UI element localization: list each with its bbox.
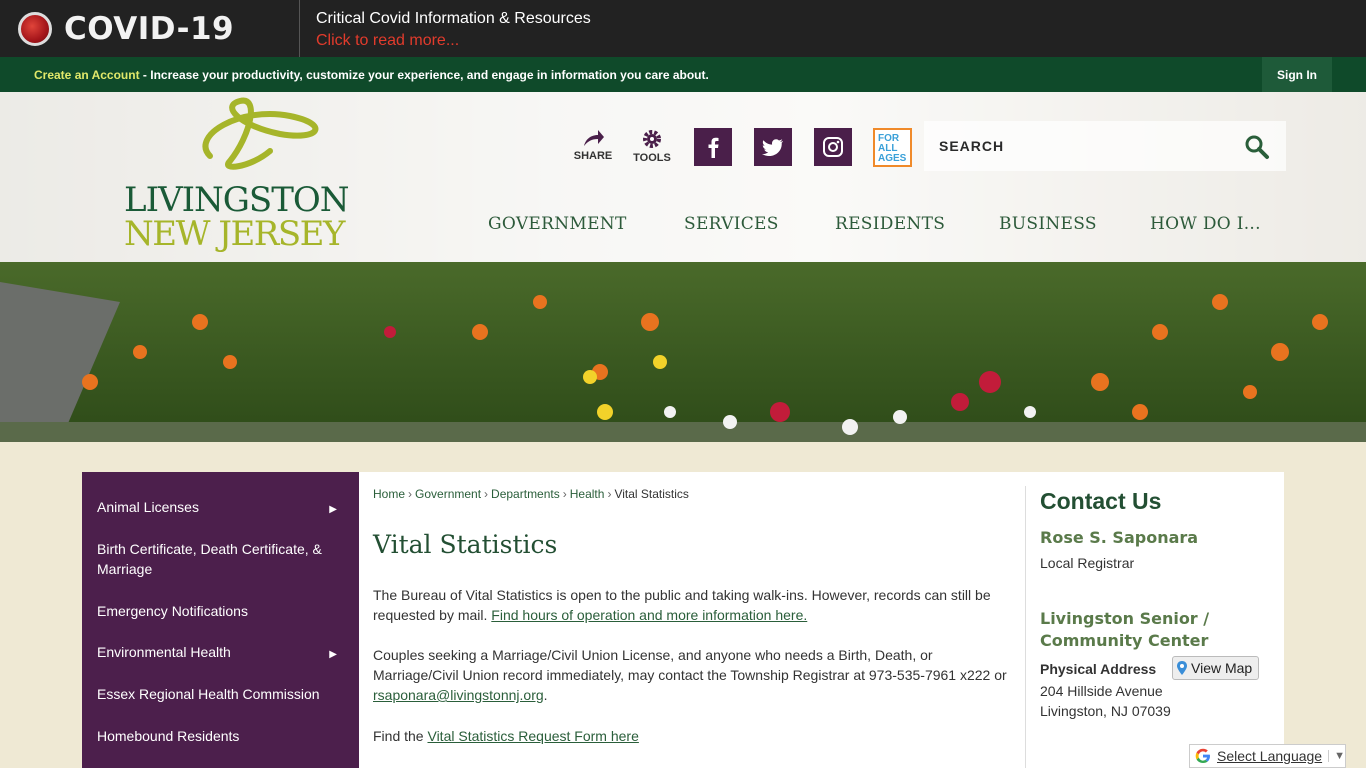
alert-dot-icon xyxy=(18,11,52,46)
address-street: 204 Hillside Avenue xyxy=(1040,683,1163,699)
site-logo[interactable]: LIVINGSTON NEW JERSEY xyxy=(120,96,350,256)
sidebar-item-emergency-notifications[interactable]: Emergency Notifications xyxy=(97,601,347,621)
paragraph-request-form: Find the Vital Statistics Request Form h… xyxy=(373,728,639,744)
twitter-icon xyxy=(762,139,783,156)
contact-location: Livingston Senior / Community Center xyxy=(1040,609,1210,650)
request-form-link[interactable]: Vital Statistics Request Form here xyxy=(427,728,638,744)
instagram-icon xyxy=(823,137,843,157)
account-message: - Increase your productivity, customize … xyxy=(139,67,709,82)
create-account-link[interactable]: Create an Account xyxy=(34,68,140,82)
chevron-right-icon: ▶ xyxy=(329,649,337,660)
view-map-button[interactable]: View Map xyxy=(1172,656,1259,680)
address-label: Physical Address xyxy=(1040,661,1157,677)
main-content: Home › Government › Departments › Health › Vital… xyxy=(359,472,1284,768)
search-icon[interactable] xyxy=(1244,134,1270,160)
nav-business[interactable]: BUSINESS xyxy=(999,214,1097,234)
nav-how-do-i[interactable]: HOW DO I... xyxy=(1150,214,1261,234)
breadcrumb-home[interactable]: Home xyxy=(373,487,405,501)
chevron-right-icon: ▶ xyxy=(329,504,337,515)
sidebar-item-animal-licenses[interactable]: Animal Licenses ▶ xyxy=(97,497,347,517)
breadcrumb-government[interactable]: Government xyxy=(415,487,481,501)
contact-role: Local Registrar xyxy=(1040,555,1135,571)
hours-info-link[interactable]: Find hours of operation and more informa… xyxy=(491,607,807,623)
sidebar-item-essex-regional[interactable]: Essex Regional Health Commission xyxy=(97,684,347,704)
covid-headline: Critical Covid Information & Resources xyxy=(316,9,591,27)
paragraph-hours: The Bureau of Vital Statistics is open t… xyxy=(373,587,991,623)
share-button[interactable]: SHARE xyxy=(568,128,618,162)
contact-heading: Contact Us xyxy=(1040,488,1162,514)
twitter-button[interactable] xyxy=(754,128,792,166)
tools-button[interactable]: TOOLS xyxy=(627,128,677,164)
nav-government[interactable]: GOVERNMENT xyxy=(488,214,627,234)
breadcrumb-departments[interactable]: Departments xyxy=(491,487,560,501)
sidebar-item-environmental-health[interactable]: Environmental Health ▶ xyxy=(97,642,347,662)
covid-read-more-link[interactable]: Click to read more... xyxy=(316,32,591,50)
chevron-down-icon: ▼ xyxy=(1328,750,1345,762)
share-icon xyxy=(584,130,604,146)
search-input[interactable]: SEARCH xyxy=(939,138,1004,154)
nav-services[interactable]: SERVICES xyxy=(684,214,779,234)
google-icon xyxy=(1195,748,1210,763)
select-language-label: Select Language xyxy=(1217,748,1323,764)
contact-name: Rose S. Saponara xyxy=(1040,528,1199,547)
address-city: Livingston, NJ 07039 xyxy=(1040,703,1171,719)
sidebar-item-birth-certificate[interactable]: Birth Certificate, Death Certificate, & … xyxy=(97,539,347,579)
registrar-email-link[interactable]: rsaponara@livingstonnj.org xyxy=(373,687,544,703)
language-select[interactable]: Select Language ▼ xyxy=(1189,744,1346,768)
map-pin-icon xyxy=(1177,661,1187,675)
facebook-icon xyxy=(708,137,719,158)
account-bar: Create an Account - Increase your produc… xyxy=(0,57,1366,92)
column-divider xyxy=(1025,486,1026,768)
covid-badge[interactable]: COVID-19 xyxy=(0,0,300,57)
flower-banner-image xyxy=(0,262,1366,442)
breadcrumb-current: Vital Statistics xyxy=(614,487,689,501)
paragraph-registrar: Couples seeking a Marriage/Civil Union L… xyxy=(373,647,1007,703)
sidebar-item-homebound-residents[interactable]: Homebound Residents xyxy=(97,726,347,746)
search-box[interactable]: SEARCH xyxy=(924,121,1286,171)
facebook-button[interactable] xyxy=(694,128,732,166)
page-title: Vital Statistics xyxy=(373,530,558,559)
covid-title: COVID-19 xyxy=(64,10,235,47)
logo-swirl-icon xyxy=(202,97,319,170)
share-label: SHARE xyxy=(573,150,613,162)
sidebar-nav: Animal Licenses ▶ Birth Certificate, Dea… xyxy=(82,472,359,768)
covid-alert-bar: COVID-19 Critical Covid Information & Re… xyxy=(0,0,1366,57)
logo-line2: NEW JERSEY xyxy=(124,214,345,254)
breadcrumb-health[interactable]: Health xyxy=(570,487,605,501)
site-header: LIVINGSTON NEW JERSEY SHARE TOOLS FOR AL… xyxy=(0,92,1366,262)
for-all-ages-badge[interactable]: FOR ALL AGES xyxy=(873,128,912,167)
instagram-button[interactable] xyxy=(814,128,852,166)
tools-label: TOOLS xyxy=(633,152,671,164)
nav-residents[interactable]: RESIDENTS xyxy=(835,214,945,234)
gear-icon xyxy=(643,130,661,148)
breadcrumb: Home › Government › Departments › Health › Vital… xyxy=(373,487,689,501)
sign-in-button[interactable]: Sign In xyxy=(1262,57,1332,92)
